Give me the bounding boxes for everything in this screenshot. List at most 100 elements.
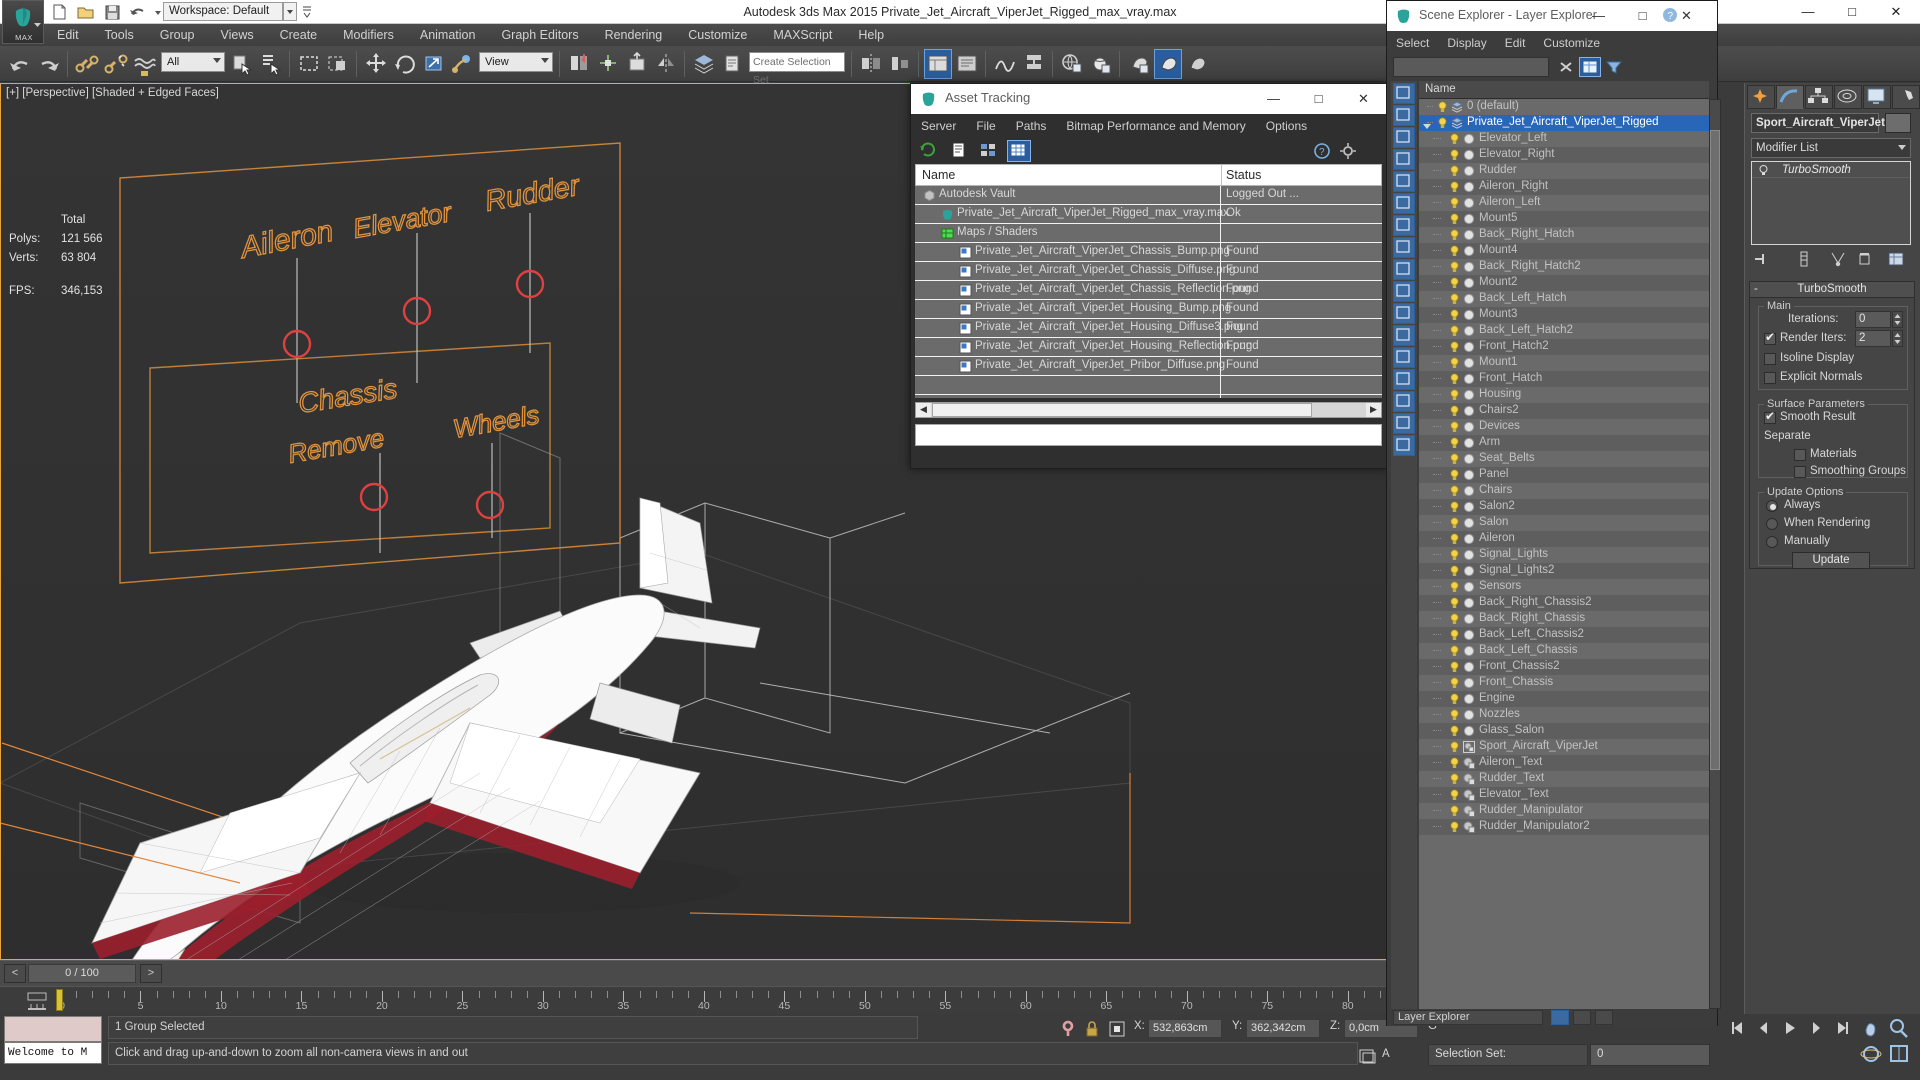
iterations-spinner-field[interactable]: 0 [1855, 311, 1891, 328]
layer-visibility-icon[interactable] [1449, 293, 1460, 305]
layer-visibility-icon[interactable] [1449, 149, 1460, 161]
details-view-icon[interactable] [977, 140, 1001, 162]
render-iters-checkbox[interactable] [1764, 330, 1776, 345]
asset-row[interactable]: Private_Jet_Aircraft_ViperJet_Housing_Re… [915, 338, 1382, 357]
menu-item-edit[interactable]: Edit [44, 24, 92, 46]
new-layer-icon[interactable] [1393, 281, 1415, 302]
layer-type-icon[interactable] [1463, 773, 1475, 785]
layer-type-icon[interactable] [1463, 245, 1475, 257]
layer-type-icon[interactable] [1463, 373, 1475, 385]
selected-object-name-field[interactable]: Sport_Aircraft_ViperJet [1751, 113, 1885, 133]
redo-icon[interactable] [35, 49, 63, 79]
pan-view-icon[interactable] [1858, 1016, 1884, 1040]
layer-row[interactable]: Private_Jet_Aircraft_ViperJet_Rigged [1419, 115, 1709, 131]
layer-type-icon[interactable] [1463, 229, 1475, 241]
scene-menu-select[interactable]: Select [1387, 31, 1438, 55]
hierarchy-tab[interactable] [1805, 85, 1833, 109]
layer-visibility-icon[interactable] [1449, 437, 1460, 449]
layer-visibility-icon[interactable] [1449, 517, 1460, 529]
asset-table-body[interactable]: Autodesk Vault Logged Out ... Private_Jet_… [915, 186, 1382, 398]
asset-close-button[interactable]: ✕ [1341, 84, 1386, 114]
layer-visibility-icon[interactable] [1449, 325, 1460, 337]
asset-menu-paths[interactable]: Paths [1006, 114, 1057, 138]
asset-row[interactable]: Private_Jet_Aircraft_ViperJet_Rigged_max… [915, 205, 1382, 224]
layer-row[interactable]: Mount5 [1419, 211, 1709, 227]
layer-type-icon[interactable] [1463, 565, 1475, 577]
time-cursor[interactable] [56, 989, 63, 1011]
layer-type-icon[interactable] [1463, 453, 1475, 465]
layer-row[interactable]: Signal_Lights [1419, 547, 1709, 563]
layer-visibility-icon[interactable] [1449, 805, 1460, 817]
layer-type-icon[interactable] [1463, 725, 1475, 737]
layer-type-icon[interactable] [1463, 485, 1475, 497]
play-animation-icon[interactable] [1778, 1018, 1804, 1042]
layer-visibility-icon[interactable] [1449, 549, 1460, 561]
window-crossing-toggle-icon[interactable] [324, 49, 352, 79]
pick-object-icon[interactable] [1393, 171, 1415, 192]
scene-maximize-button[interactable]: □ [1620, 1, 1665, 31]
separate-smoothing-groups-checkbox[interactable] [1794, 466, 1806, 478]
layer-explorer-icon[interactable] [953, 49, 981, 79]
display-filter-icon[interactable] [1603, 57, 1625, 77]
layer-type-icon[interactable] [1463, 709, 1475, 721]
layer-visibility-icon[interactable] [1449, 501, 1460, 513]
layer-visibility-icon[interactable] [1449, 709, 1460, 721]
layer-row[interactable]: Mount2 [1419, 275, 1709, 291]
unlink-selection-icon[interactable] [102, 49, 130, 79]
select-and-rotate-icon[interactable] [391, 49, 419, 79]
layer-manager-icon[interactable] [690, 49, 718, 79]
layer-row[interactable]: Devices [1419, 419, 1709, 435]
layer-row[interactable]: Mount1 [1419, 355, 1709, 371]
viewport-label[interactable]: [+] [Perspective] [Shaded + Edged Faces] [6, 87, 219, 99]
layer-type-icon[interactable] [1463, 261, 1475, 273]
collapse-all-icon[interactable] [1393, 413, 1415, 434]
asset-row[interactable]: Autodesk Vault Logged Out ... [915, 186, 1382, 205]
layer-type-icon[interactable] [1463, 197, 1475, 209]
asset-column-name[interactable]: Name [922, 168, 955, 182]
object-color-swatch[interactable] [1885, 113, 1911, 133]
layer-type-icon[interactable] [1463, 597, 1475, 609]
layer-type-icon[interactable] [1463, 629, 1475, 641]
named-selection-set-input[interactable]: Create Selection Set [749, 52, 845, 86]
layer-type-icon[interactable] [1463, 149, 1475, 161]
sort-icon[interactable] [1393, 347, 1415, 368]
isoline-display-checkbox[interactable] [1764, 353, 1776, 365]
layer-visibility-icon[interactable] [1449, 741, 1460, 753]
layer-visibility-icon[interactable] [1449, 725, 1460, 737]
modifier-stack-item[interactable]: TurboSmooth [1752, 162, 1910, 178]
go-to-end-icon[interactable] [1830, 1018, 1856, 1042]
layer-row[interactable]: Engine [1419, 691, 1709, 707]
scroll-thumb[interactable] [932, 403, 1312, 417]
layer-row[interactable]: Glass_Salon [1419, 723, 1709, 739]
selection-filter-combo[interactable]: All [161, 52, 225, 72]
scene-menu-customize[interactable]: Customize [1534, 31, 1609, 55]
scene-explorer-find-input[interactable] [1393, 57, 1549, 77]
list-view-icon[interactable] [947, 140, 971, 162]
align-objects-icon[interactable] [886, 49, 914, 79]
asset-maximize-button[interactable]: □ [1296, 84, 1341, 114]
layer-type-icon[interactable] [1463, 181, 1475, 193]
layer-visibility-icon[interactable] [1449, 485, 1460, 497]
asset-row[interactable]: Private_Jet_Aircraft_ViperJet_Housing_Bu… [915, 300, 1382, 319]
nested-layers-icon[interactable] [1393, 259, 1415, 280]
maxscript-mini-listener-output[interactable] [4, 1016, 102, 1042]
update-manually-radio[interactable] [1766, 536, 1778, 548]
filter-icon[interactable] [1393, 369, 1415, 390]
asset-menu-bitmap-performance-and-memory[interactable]: Bitmap Performance and Memory [1056, 114, 1255, 138]
layer-visibility-icon[interactable] [1449, 341, 1460, 353]
reference-coordinate-icon[interactable] [449, 49, 477, 79]
menu-item-help[interactable]: Help [845, 24, 897, 46]
layer-row[interactable]: Salon2 [1419, 499, 1709, 515]
menu-item-customize[interactable]: Customize [675, 24, 760, 46]
mirror-objects-icon[interactable] [857, 49, 885, 79]
current-frame-field[interactable]: 0 / 100 [28, 964, 136, 983]
modifier-stack[interactable]: TurboSmooth [1751, 161, 1911, 245]
layer-row[interactable]: Sensors [1419, 579, 1709, 595]
go-to-start-icon[interactable] [1726, 1018, 1752, 1042]
curve-editor-icon[interactable] [991, 49, 1019, 79]
make-unique-icon[interactable] [1829, 250, 1849, 270]
layer-row[interactable]: Sport_Aircraft_ViperJet [1419, 739, 1709, 755]
render-setup-icon[interactable] [1125, 49, 1153, 79]
mirror-icon[interactable] [652, 49, 680, 79]
layer-visibility-icon[interactable] [1437, 117, 1448, 129]
